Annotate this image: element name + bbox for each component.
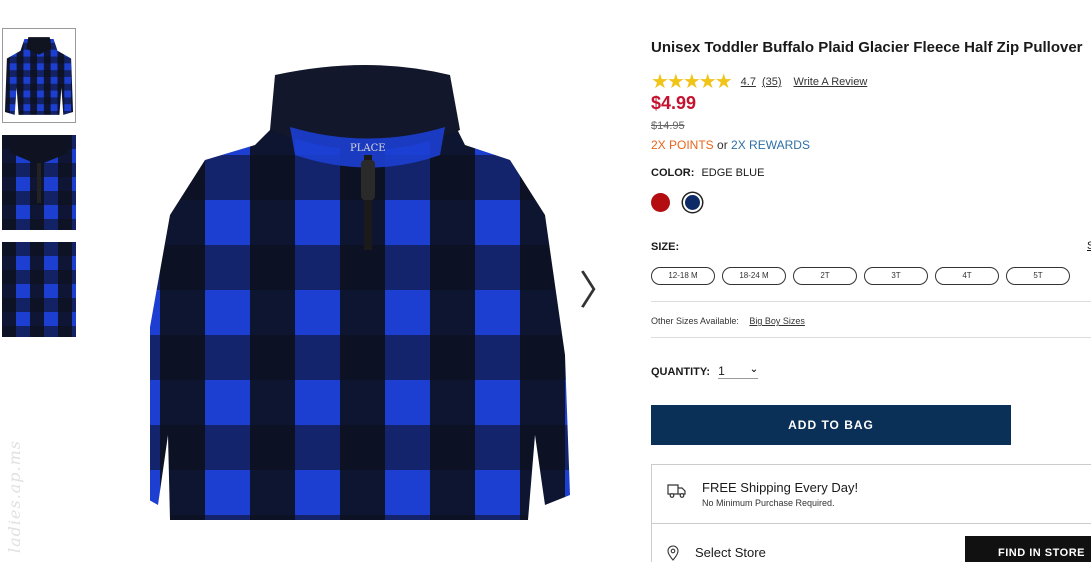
shipping-box: FREE Shipping Every Day! No Minimum Purc…	[651, 464, 1091, 562]
size-button-5t[interactable]: 5T	[1006, 267, 1070, 285]
select-store-link[interactable]: Select Store	[695, 545, 766, 560]
thumbnail-collar[interactable]	[2, 135, 76, 230]
thumbnail-front-image	[3, 29, 75, 122]
selected-color: EDGE BLUE	[701, 167, 765, 179]
swatch-edge-blue[interactable]	[683, 193, 702, 212]
sale-price: $4.99	[651, 93, 697, 113]
rewards-text: 2X REWARDS	[731, 138, 810, 152]
quantity-label: QUANTITY:	[651, 365, 711, 378]
rewards-line: 2X POINTS or 2X REWARDS	[651, 138, 810, 152]
add-to-bag-button[interactable]: ADD TO BAG	[651, 405, 1011, 445]
divider	[652, 523, 1091, 524]
or-text: or	[717, 138, 728, 152]
size-button-18-24m[interactable]: 18-24 M	[722, 267, 786, 285]
color-swatches	[651, 192, 715, 212]
main-product-image: PLACE	[150, 55, 580, 530]
watermark: ladies.ap.ms	[5, 440, 24, 554]
other-sizes-label: Other Sizes Available:	[651, 316, 739, 326]
location-pin-icon	[667, 545, 679, 561]
review-count[interactable]: (35)	[762, 76, 782, 88]
rating-row: ★★★★★ 4.7 (35) Write A Review	[651, 72, 867, 92]
color-row: COLOR: EDGE BLUE	[651, 167, 764, 179]
thumbnail-collar-image	[2, 135, 76, 230]
size-button-2t[interactable]: 2T	[793, 267, 857, 285]
size-label: SIZE:	[651, 241, 680, 253]
thumbnail-fabric[interactable]	[2, 242, 76, 337]
quantity-row: QUANTITY: 1 ⌄	[651, 364, 759, 379]
brand-label-text: PLACE	[350, 143, 386, 154]
divider	[651, 337, 1091, 338]
free-shipping-title: FREE Shipping Every Day!	[702, 480, 859, 495]
free-shipping-subtitle: No Minimum Purchase Required.	[702, 498, 835, 508]
truck-icon	[667, 484, 686, 498]
size-options: 12-18 M 18-24 M 2T 3T 4T 5T	[651, 267, 1077, 285]
next-image-arrow-icon[interactable]: 〉	[579, 271, 619, 311]
write-review-link[interactable]: Write A Review	[794, 76, 868, 88]
points-text: 2X POINTS	[651, 138, 714, 152]
divider	[651, 301, 1091, 302]
rating-value[interactable]: 4.7	[741, 76, 756, 88]
thumbnail-fabric-image	[2, 242, 76, 337]
quantity-value: 1	[718, 364, 725, 378]
thumbnail-front[interactable]	[2, 28, 76, 123]
chevron-down-icon: ⌄	[749, 364, 759, 375]
star-rating-icon: ★★★★★	[651, 71, 733, 93]
size-button-4t[interactable]: 4T	[935, 267, 999, 285]
product-title: Unisex Toddler Buffalo Plaid Glacier Fle…	[651, 39, 1083, 56]
color-label: COLOR:	[651, 167, 695, 179]
swatch-red[interactable]	[651, 193, 670, 212]
size-button-3t[interactable]: 3T	[864, 267, 928, 285]
other-sizes-row: Other Sizes Available: Big Boy Sizes	[651, 316, 805, 326]
big-boy-sizes-link[interactable]: Big Boy Sizes	[749, 316, 805, 326]
quantity-select[interactable]: 1 ⌄	[718, 364, 759, 379]
find-in-store-button[interactable]: FIND IN STORE	[965, 536, 1091, 562]
thumbnail-list	[2, 28, 76, 349]
size-guide-link[interactable]: S	[1087, 240, 1091, 252]
size-button-12-18m[interactable]: 12-18 M	[651, 267, 715, 285]
original-price: $14.95	[651, 120, 685, 132]
